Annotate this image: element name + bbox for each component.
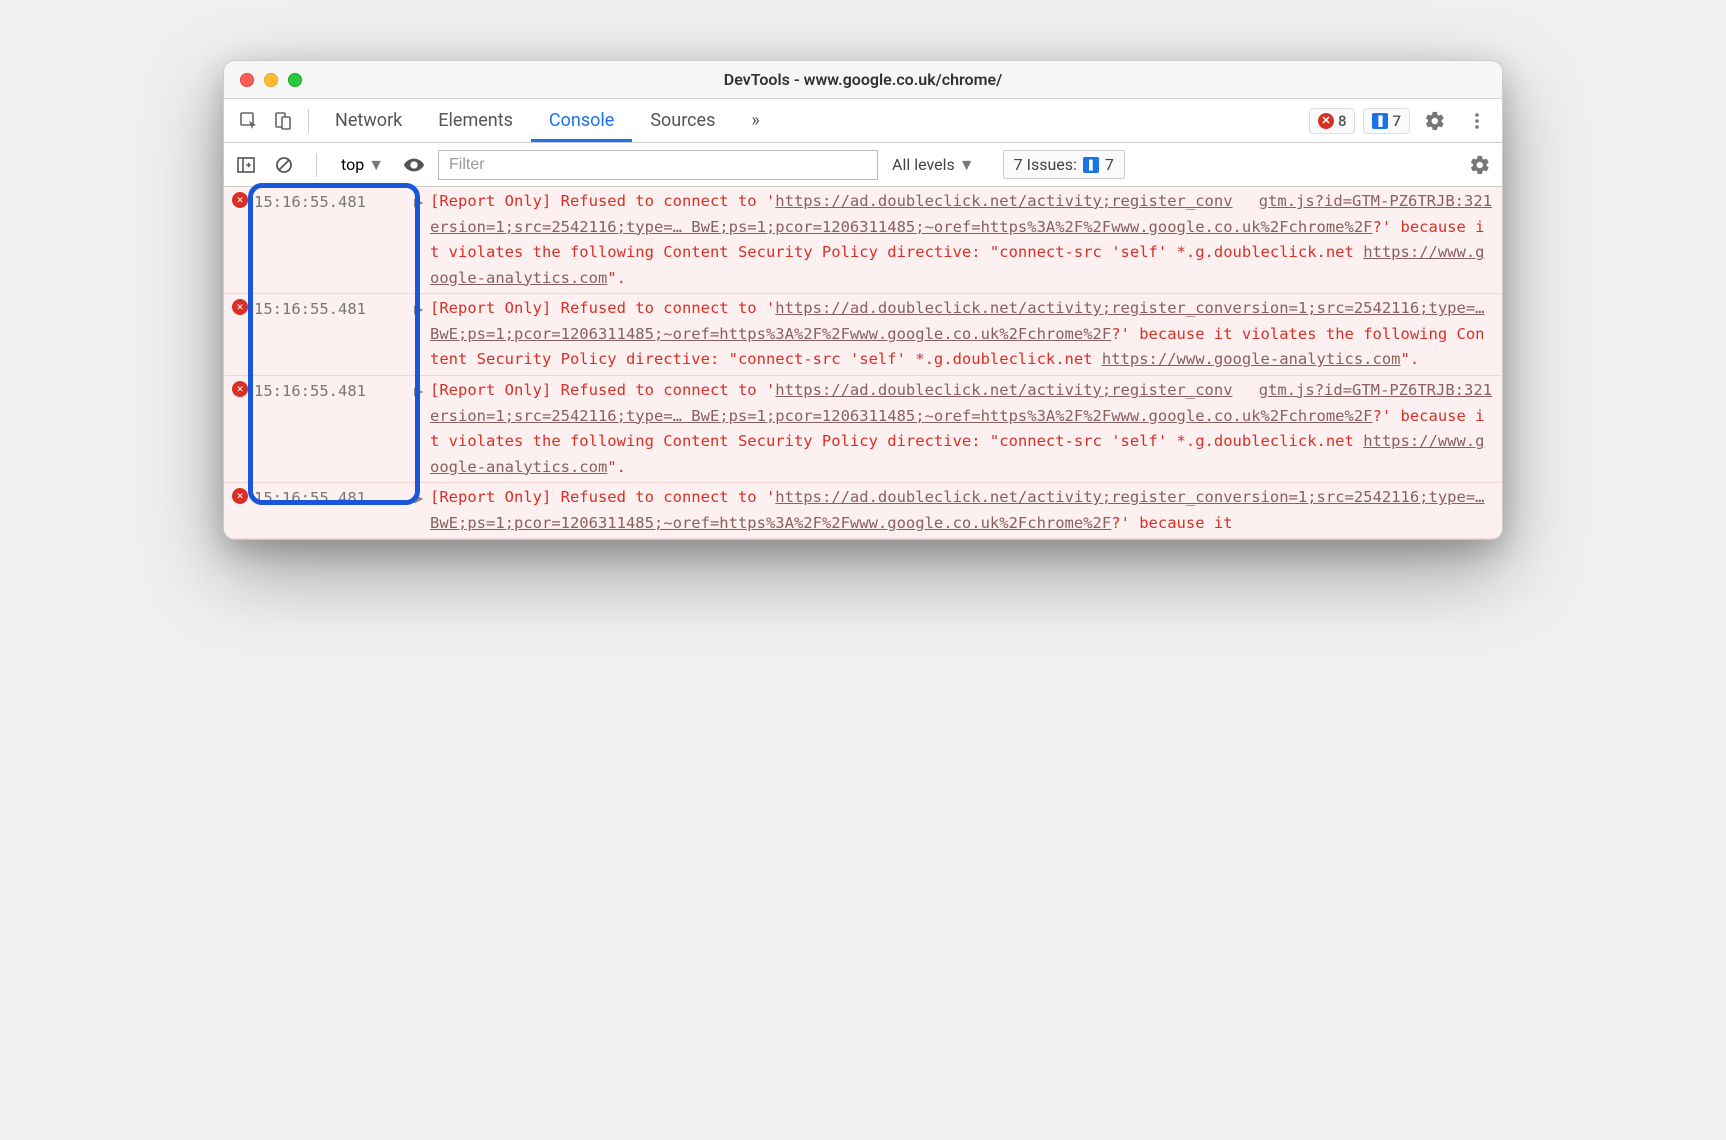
message-text: [Report Only] Refused to connect to ' [430,192,775,210]
message-body: gtm.js?id=GTM-PZ6TRJB:321 [Report Only] R… [430,378,1492,480]
issues-button[interactable]: 7 Issues: ❚ 7 [1003,150,1125,179]
message-timestamp: 15:16:55.481 [254,485,414,536]
console-toolbar: top ▼ All levels ▼ 7 Issues: ❚ 7 [224,143,1502,187]
titlebar: DevTools - www.google.co.uk/chrome/ [224,61,1502,99]
console-message-row[interactable]: ✕15:16:55.481▶[Report Only] Refused to c… [224,294,1502,376]
message-text: ". [607,269,626,287]
tab-more[interactable]: » [733,100,777,142]
error-icon: ✕ [232,189,254,291]
main-toolbar: Network Elements Console Sources » ✕ 8 ❚… [224,99,1502,143]
issues-count: 7 [1392,112,1401,130]
separator [308,109,309,133]
error-icon: ✕ [232,378,254,480]
message-text: ". [607,458,626,476]
console-message-row[interactable]: ✕15:16:55.481▶[Report Only] Refused to c… [224,483,1502,539]
message-body: [Report Only] Refused to connect to 'htt… [430,485,1492,536]
kebab-menu-icon[interactable] [1460,104,1494,138]
errors-badge[interactable]: ✕ 8 [1309,108,1356,134]
console-message-row[interactable]: ✕15:16:55.481▶ gtm.js?id=GTM-PZ6TRJB:321 [… [224,187,1502,294]
message-source-link[interactable]: gtm.js?id=GTM-PZ6TRJB:321 [1259,378,1492,404]
tab-elements[interactable]: Elements [420,100,531,142]
separator [316,153,317,177]
message-text: [Report Only] Refused to connect to ' [430,381,775,399]
maximize-window-button[interactable] [288,73,302,87]
context-label: top [341,155,364,174]
message-text: ". [1401,350,1420,368]
devtools-window: DevTools - www.google.co.uk/chrome/ Netw… [223,60,1503,540]
settings-gear-icon[interactable] [1418,104,1452,138]
live-expression-eye-icon[interactable] [400,151,428,179]
message-text: [Report Only] Refused to connect to ' [430,299,775,317]
dropdown-icon: ▼ [959,155,975,175]
context-selector[interactable]: top ▼ [335,151,390,179]
error-icon: ✕ [232,485,254,536]
traffic-lights [224,73,302,87]
error-icon: ✕ [232,296,254,373]
window-title: DevTools - www.google.co.uk/chrome/ [224,70,1502,89]
issues-label: 7 Issues: [1014,155,1077,174]
issues-badge-count: 7 [1105,155,1114,174]
filter-input[interactable] [438,150,878,180]
message-url-link[interactable]: https://www.google-analytics.com [1102,350,1401,368]
errors-count: 8 [1338,112,1347,130]
panel-tabs: Network Elements Console Sources » [317,100,1309,142]
tab-sources[interactable]: Sources [632,100,733,142]
expand-arrow-icon[interactable]: ▶ [414,296,430,373]
issues-badge[interactable]: ❚ 7 [1363,108,1410,134]
log-levels-selector[interactable]: All levels ▼ [892,155,975,175]
console-message-row[interactable]: ✕15:16:55.481▶ gtm.js?id=GTM-PZ6TRJB:321 [… [224,376,1502,483]
toolbar-right: ✕ 8 ❚ 7 [1309,104,1494,138]
error-icon: ✕ [1318,113,1334,129]
message-text: ?' because it [1111,514,1232,532]
message-timestamp: 15:16:55.481 [254,378,414,480]
device-toggle-icon[interactable] [266,104,300,138]
tab-console[interactable]: Console [531,100,632,142]
message-body: [Report Only] Refused to connect to ' htt… [430,296,1492,373]
message-body: gtm.js?id=GTM-PZ6TRJB:321 [Report Only] R… [430,189,1492,291]
console-settings-gear-icon[interactable] [1466,151,1494,179]
expand-arrow-icon[interactable]: ▶ [414,485,430,536]
issue-icon: ❚ [1372,113,1388,129]
message-timestamp: 15:16:55.481 [254,296,414,373]
clear-console-icon[interactable] [270,151,298,179]
message-timestamp: 15:16:55.481 [254,189,414,291]
levels-label: All levels [892,155,955,174]
inspect-icon[interactable] [232,104,266,138]
expand-arrow-icon[interactable]: ▶ [414,189,430,291]
minimize-window-button[interactable] [264,73,278,87]
message-source-link[interactable]: gtm.js?id=GTM-PZ6TRJB:321 [1259,189,1492,215]
tab-network[interactable]: Network [317,100,420,142]
close-window-button[interactable] [240,73,254,87]
issue-icon: ❚ [1083,157,1099,173]
message-text: [Report Only] Refused to connect to ' [430,488,775,506]
dropdown-icon: ▼ [368,155,384,175]
expand-arrow-icon[interactable]: ▶ [414,378,430,480]
show-console-sidebar-icon[interactable] [232,151,260,179]
console-output: ✕15:16:55.481▶gtm.js?id=GTM-PZ6TRJB:321[… [224,187,1502,539]
